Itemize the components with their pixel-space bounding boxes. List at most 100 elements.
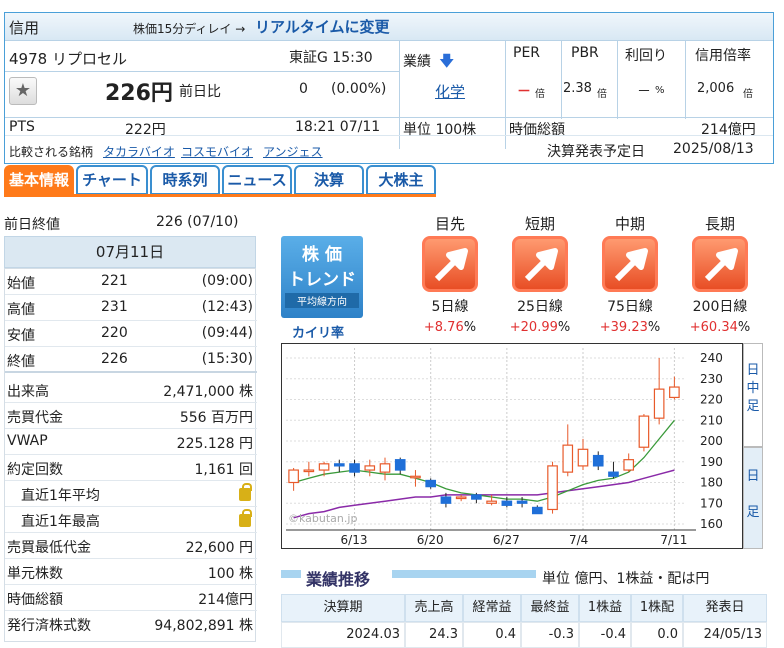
kairi-value: +8.76 bbox=[423, 320, 464, 335]
ma-short-line bbox=[293, 419, 675, 502]
candlestick-chart[interactable]: 240 230 220 210 200 190 180 170 160 6/13 6/20 6/27 7… bbox=[281, 343, 743, 549]
row-key: 終値 bbox=[7, 354, 35, 370]
side-tab-char: 足 bbox=[746, 399, 760, 414]
stock-code-name: 4978 リプロセル bbox=[9, 50, 127, 68]
kairi-value: +60.34 bbox=[689, 320, 738, 335]
row-value: 2,471,000 株 bbox=[163, 384, 253, 400]
down-arrow-icon: 🡇 bbox=[439, 52, 455, 70]
tab-earnings[interactable]: 決算 bbox=[294, 165, 364, 195]
table-row: 発行済株式数 94,802,891 株 bbox=[5, 611, 257, 637]
chart-svg: 240 230 220 210 200 190 180 170 160 6/13 6/20 6/27 7… bbox=[286, 348, 723, 547]
row-key: 高値 bbox=[7, 302, 35, 318]
candle-body bbox=[653, 388, 665, 419]
candle-body bbox=[471, 494, 482, 500]
x-tick-label: 6/13 bbox=[341, 533, 368, 547]
row-value: 214億円 bbox=[198, 592, 253, 608]
trend-name: 目先 bbox=[434, 215, 465, 233]
y-tick-label: 180 bbox=[700, 476, 723, 490]
kairi-value: +20.99 bbox=[509, 320, 558, 335]
table-row: 約定回数 1,161 回 bbox=[5, 455, 257, 481]
tab-news[interactable]: ニュース bbox=[222, 165, 292, 195]
candle-body bbox=[516, 500, 528, 504]
price-change-pct: (0.00%) bbox=[331, 81, 387, 97]
margin-ratio-label: 信用倍率 bbox=[695, 48, 751, 64]
compare-item[interactable]: タカラバイオ bbox=[103, 143, 175, 160]
perf-header: 決算期 bbox=[281, 594, 405, 622]
pts-price: 222円 bbox=[125, 122, 166, 138]
compare-label: 比較される銘柄 bbox=[9, 145, 94, 159]
tab-timeseries[interactable]: 時系列 bbox=[150, 165, 220, 195]
pts-label: PTS bbox=[9, 119, 35, 135]
perf-header: 最終益 bbox=[521, 594, 579, 622]
candle-body bbox=[562, 444, 574, 473]
realtime-link[interactable]: リアルタイムに変更 bbox=[255, 16, 390, 37]
favorite-star-icon[interactable]: ★ bbox=[9, 77, 37, 105]
side-tab-char: 中 bbox=[746, 381, 760, 396]
badge-line1: 株 価 bbox=[302, 245, 342, 265]
earnings-date: 2025/08/13 bbox=[673, 141, 754, 157]
row-value: 225.128 円 bbox=[176, 436, 253, 452]
perf-title: 業績推移 bbox=[306, 570, 371, 589]
pts-time: 18:21 07/11 bbox=[295, 119, 381, 135]
row-time: (09:00) bbox=[201, 273, 253, 289]
margin-ratio-unit: 倍 bbox=[743, 89, 753, 100]
up-arrow-icon bbox=[422, 236, 478, 292]
chart-watermark: ©kabutan.jp bbox=[288, 512, 357, 525]
compare-item[interactable]: コスモバイオ bbox=[181, 143, 253, 160]
perf-header: 経常益 bbox=[463, 594, 521, 622]
candle-body bbox=[577, 448, 589, 467]
compare-item[interactable]: アンジェス bbox=[263, 143, 323, 160]
row-value: 226 bbox=[101, 351, 128, 367]
y-tick-label: 230 bbox=[700, 372, 723, 386]
table-row: 直近1年平均 bbox=[5, 481, 257, 507]
row-key: 始値 bbox=[7, 276, 35, 292]
side-tab-char: 日 bbox=[746, 469, 760, 484]
row-time: (15:30) bbox=[201, 351, 253, 367]
candle-body bbox=[547, 465, 558, 511]
perf-header: 1株益 bbox=[579, 594, 631, 622]
yield-unit: % bbox=[655, 85, 665, 96]
side-tab-daily-mid[interactable]: 日 中 足 bbox=[743, 343, 763, 447]
candle-body bbox=[364, 465, 376, 471]
x-tick-label: 7/11 bbox=[660, 533, 687, 547]
row-value: 231 bbox=[101, 299, 128, 315]
candle-body bbox=[333, 463, 345, 467]
per-unit: 倍 bbox=[535, 89, 545, 100]
trend-name: 短期 bbox=[524, 215, 555, 233]
perf-header: 1株配 bbox=[631, 594, 683, 622]
table-row: 終値 226 (15:30) bbox=[5, 347, 257, 373]
row-value: 94,802,891 株 bbox=[154, 618, 253, 634]
section-bar-left bbox=[281, 570, 301, 578]
lock-icon[interactable] bbox=[239, 483, 252, 505]
yield-value: － bbox=[637, 84, 651, 100]
up-arrow-icon bbox=[692, 236, 748, 292]
up-arrow-icon bbox=[512, 236, 568, 292]
perf-cell: 24/05/13 bbox=[683, 622, 767, 648]
tab-basic-info[interactable]: 基本情報 bbox=[4, 165, 74, 195]
unit-shares: 単位 100株 bbox=[403, 122, 477, 138]
row-key: 発行済株式数 bbox=[7, 618, 91, 634]
trend-ma-label: 75日線 bbox=[607, 299, 653, 315]
table-row: 高値 231 (12:43) bbox=[5, 295, 257, 321]
candle-body bbox=[288, 469, 299, 484]
side-tab-char: 足 bbox=[746, 505, 760, 520]
perf-cell: 0.4 bbox=[463, 622, 521, 648]
row-value: 22,600 円 bbox=[185, 540, 253, 556]
table-row: 売買代金 556 百万円 bbox=[5, 403, 257, 429]
tab-chart[interactable]: チャート bbox=[76, 165, 148, 195]
candle-body bbox=[638, 415, 650, 448]
industry-link[interactable]: 化学 bbox=[435, 81, 465, 102]
per-value: － bbox=[517, 84, 531, 100]
side-tab-daily[interactable]: 日 足 bbox=[743, 447, 763, 549]
pbr-label: PBR bbox=[571, 45, 599, 61]
badge-line3: 平均線方向 bbox=[285, 293, 359, 308]
industry-label: 業績 bbox=[403, 54, 431, 70]
candle-body bbox=[303, 469, 315, 473]
pbr-value: 2.38 bbox=[563, 81, 592, 96]
trend-badge: 株 価 トレンド 平均線方向 bbox=[281, 236, 363, 318]
table-row: 始値 221 (09:00) bbox=[5, 269, 257, 295]
perf-header: 発表日 bbox=[683, 594, 767, 622]
lock-icon[interactable] bbox=[239, 509, 252, 531]
tab-major-shareholders[interactable]: 大株主 bbox=[366, 165, 436, 195]
trend-name: 長期 bbox=[704, 215, 735, 233]
